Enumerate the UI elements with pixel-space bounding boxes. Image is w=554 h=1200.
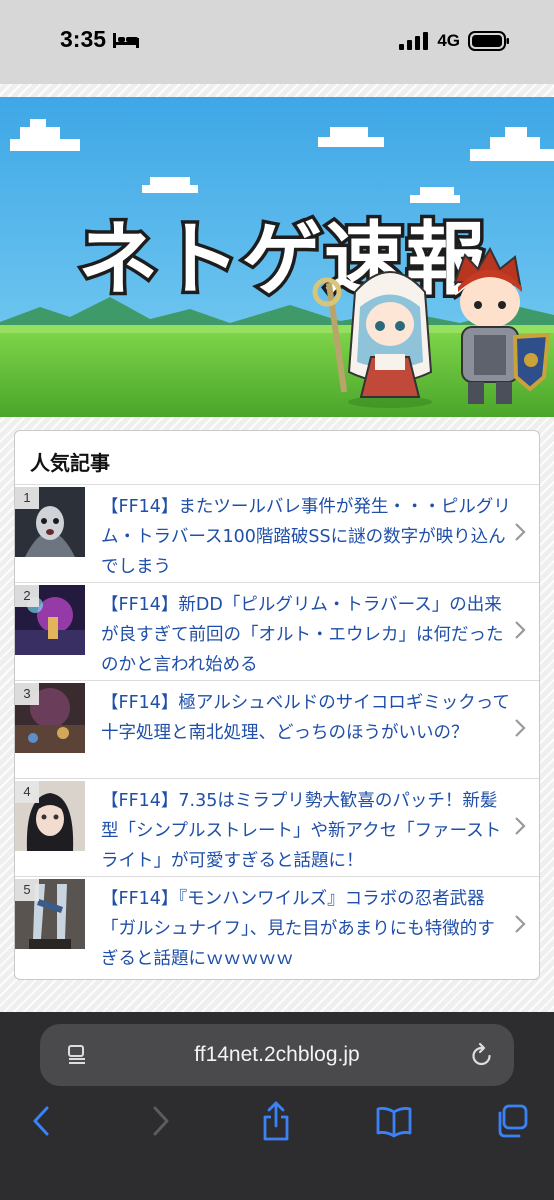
rank-badge: 1 [15, 487, 39, 509]
rank-badge: 3 [15, 683, 39, 705]
article-title-link[interactable]: 【FF14】『モンハンワイルズ』コラボの忍者武器「ガルシュナイフ」、見た目があま… [101, 884, 511, 974]
reload-icon[interactable] [470, 1042, 494, 1068]
popular-articles-heading: 人気記事 [15, 431, 539, 485]
web-page: ネトゲ速報 人気記事 1 【FF14】またツールバレ事件が発生・・・ピルグリム・… [0, 84, 554, 1012]
chevron-right-icon [515, 719, 526, 737]
forward-icon[interactable] [150, 1104, 172, 1138]
popular-article-item[interactable]: 2 【FF14】新DD「ピルグリム・トラバース」の出来が良すぎて前回の「オルト・… [15, 583, 539, 681]
popular-article-item[interactable]: 3 【FF14】極アルシュベルドのサイコロギミックって十字処理と南北処理、どっち… [15, 681, 539, 779]
browser-chrome: ff14net.2chblog.jp [0, 1012, 554, 1200]
article-title-link[interactable]: 【FF14】またツールバレ事件が発生・・・ピルグリム・トラバース100階踏破SS… [101, 492, 511, 582]
url-text[interactable]: ff14net.2chblog.jp [40, 1043, 514, 1067]
banner-illustration: ネトゲ速報 [0, 97, 554, 417]
bookmarks-icon[interactable] [376, 1106, 412, 1138]
article-thumbnail[interactable]: 3 [15, 683, 85, 753]
address-bar[interactable]: ff14net.2chblog.jp [40, 1024, 514, 1086]
rank-badge: 4 [15, 781, 39, 803]
cellular-signal-icon [399, 32, 429, 50]
bed-icon [113, 32, 140, 48]
popular-article-item[interactable]: 4 【FF14】7.35はミラプリ勢大歓喜のパッチ！新髪型「シンプルストレート」… [15, 779, 539, 877]
article-title-link[interactable]: 【FF14】極アルシュベルドのサイコロギミックって十字処理と南北処理、どっちのほ… [101, 688, 511, 748]
article-thumbnail[interactable]: 2 [15, 585, 85, 655]
tabs-icon[interactable] [494, 1104, 528, 1138]
status-bar: 3:35 4G [0, 0, 554, 84]
site-header-banner[interactable]: ネトゲ速報 [0, 97, 554, 417]
article-thumbnail[interactable]: 5 [15, 879, 85, 949]
article-title-link[interactable]: 【FF14】新DD「ピルグリム・トラバース」の出来が良すぎて前回の「オルト・エウ… [101, 590, 511, 680]
banner-title: ネトゲ速報 [78, 213, 488, 306]
rank-badge: 2 [15, 585, 39, 607]
chevron-right-icon [515, 621, 526, 639]
network-type: 4G [437, 31, 460, 50]
back-icon[interactable] [30, 1104, 52, 1138]
chevron-right-icon [515, 523, 526, 541]
status-time: 3:35 [60, 26, 107, 52]
chevron-right-icon [515, 915, 526, 933]
popular-articles-widget: 人気記事 1 【FF14】またツールバレ事件が発生・・・ピルグリム・トラバース1… [14, 430, 540, 980]
article-thumbnail[interactable]: 4 [15, 781, 85, 851]
article-title-link[interactable]: 【FF14】7.35はミラプリ勢大歓喜のパッチ！新髪型「シンプルストレート」や新… [101, 786, 511, 876]
battery-icon [468, 31, 509, 51]
popular-article-item[interactable]: 5 【FF14】『モンハンワイルズ』コラボの忍者武器「ガルシュナイフ」、見た目が… [15, 877, 539, 975]
share-icon[interactable] [260, 1100, 292, 1142]
rank-badge: 5 [15, 879, 39, 901]
chevron-right-icon [515, 817, 526, 835]
article-thumbnail[interactable]: 1 [15, 487, 85, 557]
popular-article-item[interactable]: 1 【FF14】またツールバレ事件が発生・・・ピルグリム・トラバース100階踏破… [15, 485, 539, 583]
